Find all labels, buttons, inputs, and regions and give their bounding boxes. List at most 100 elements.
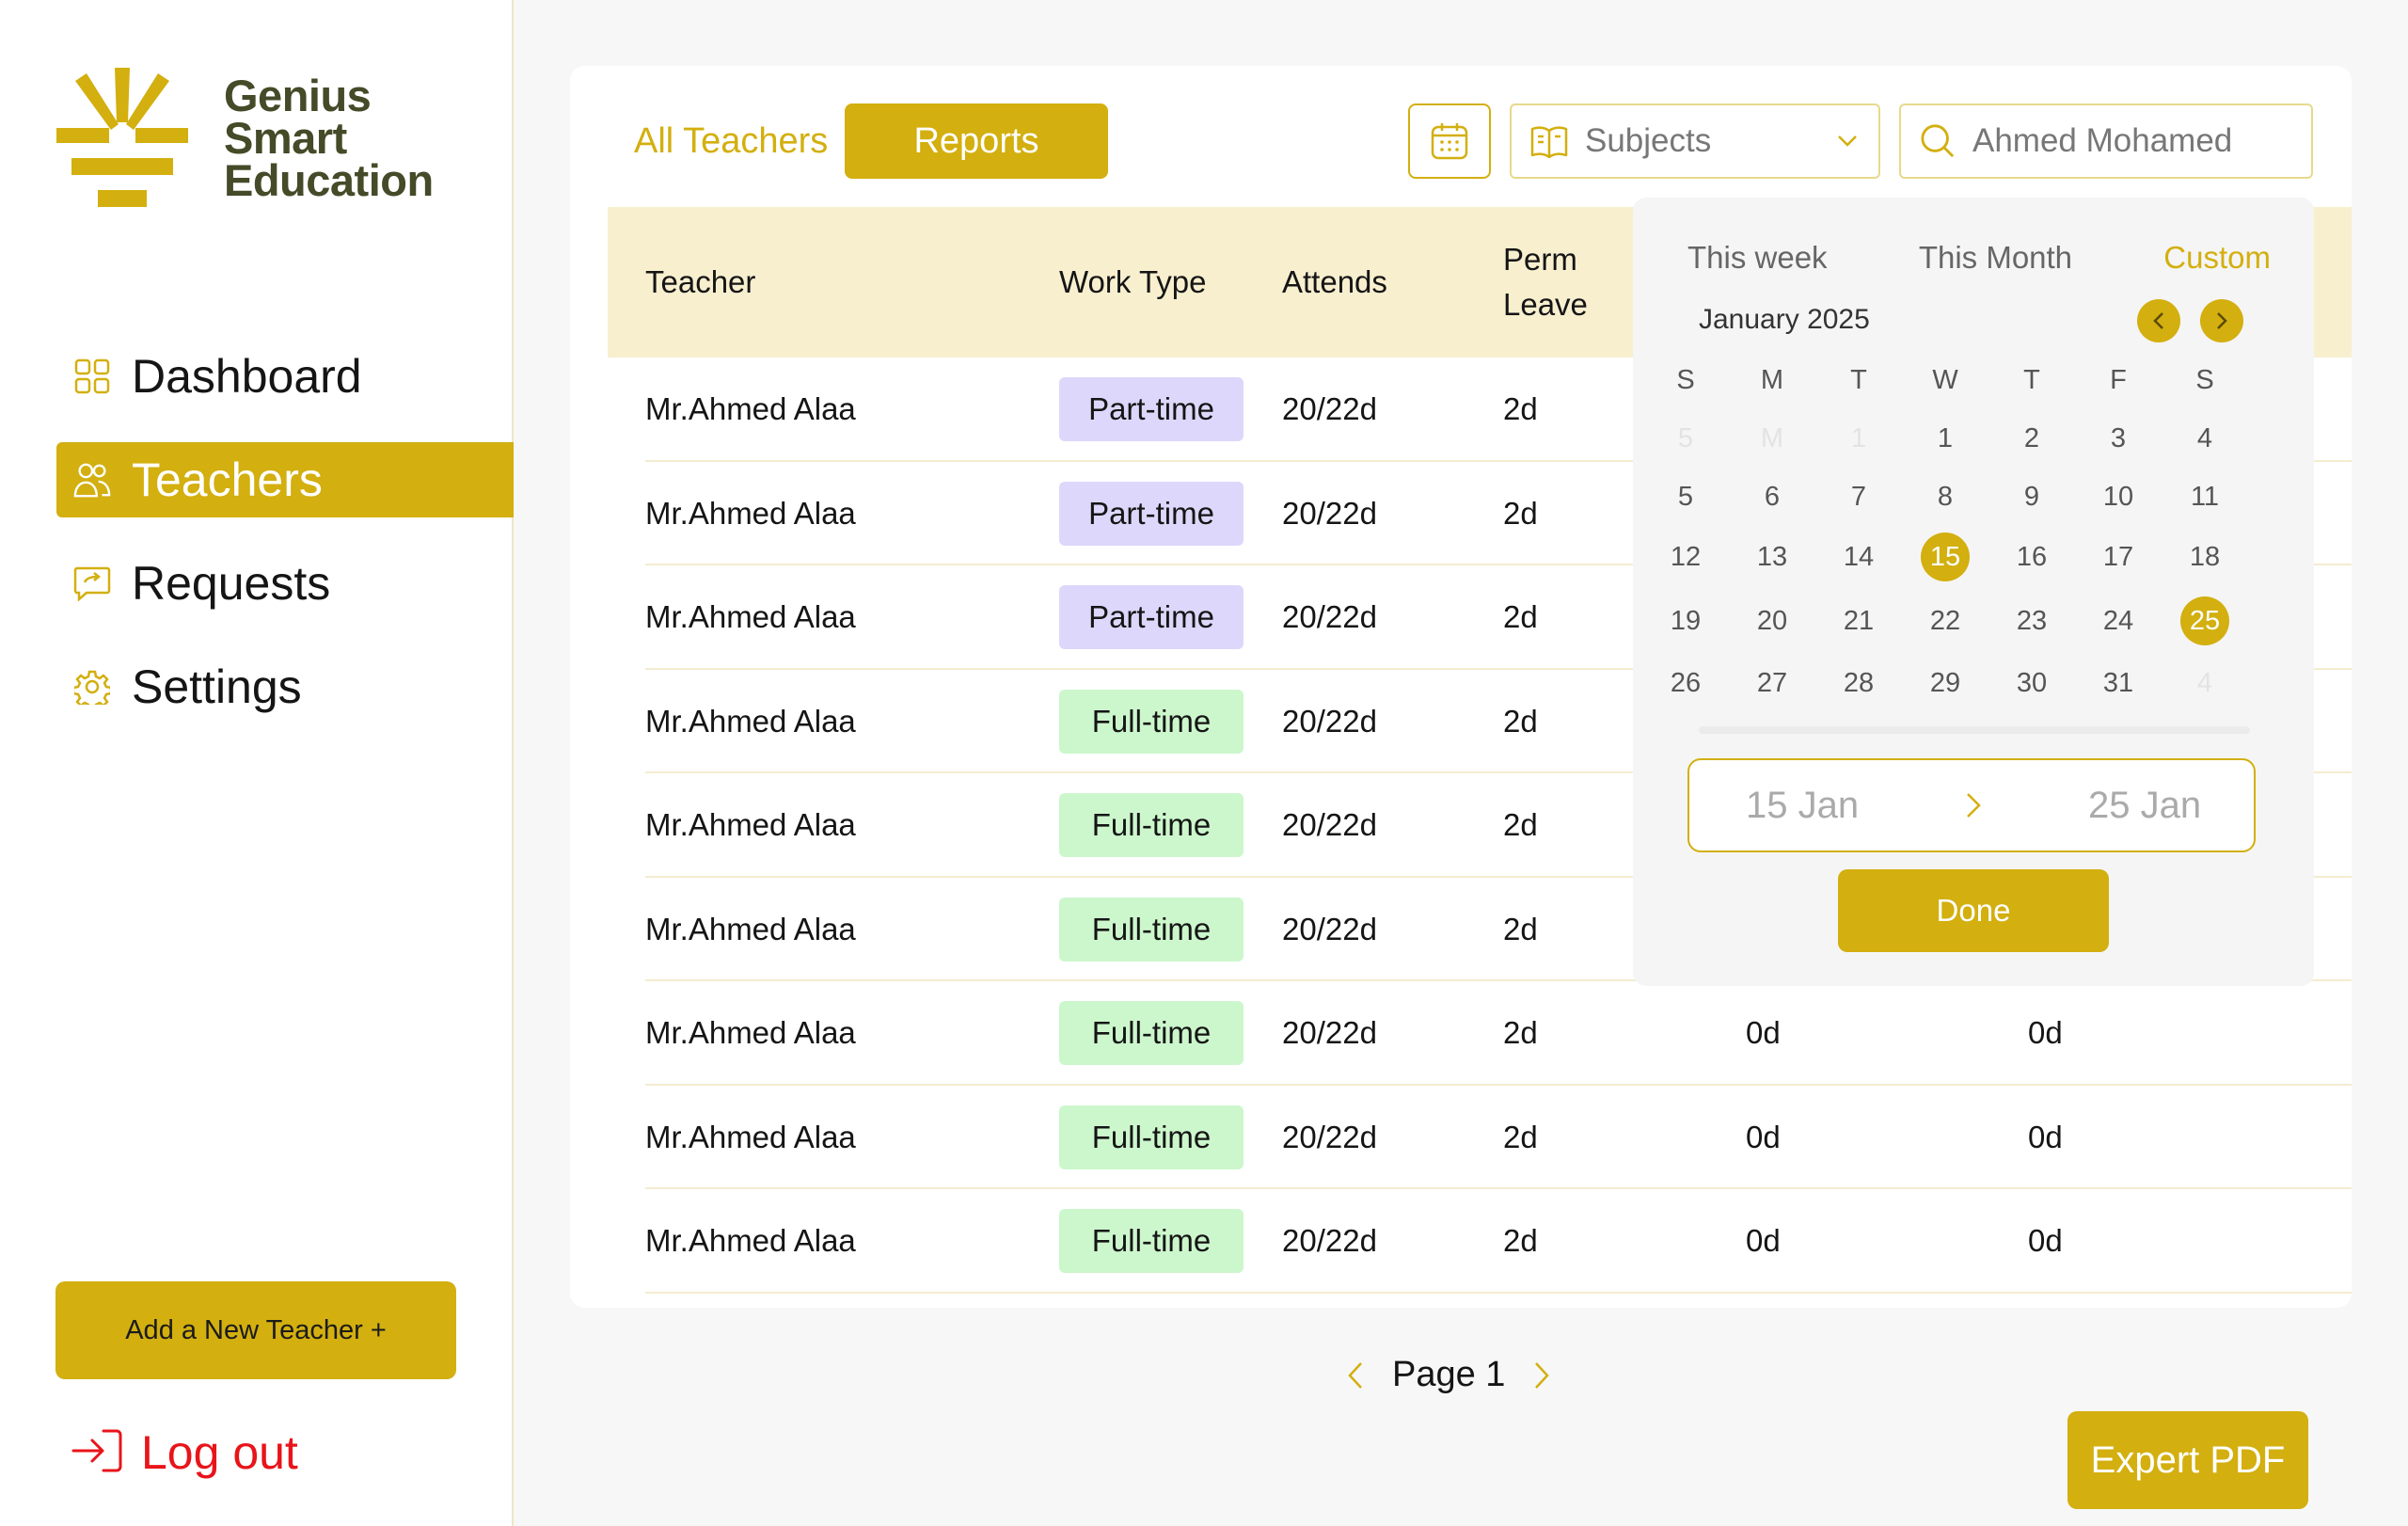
brand-name: Genius Smart Education — [224, 73, 434, 205]
add-teacher-button[interactable]: Add a New Teacher + — [55, 1281, 456, 1379]
subjects-label: Subjects — [1585, 122, 1712, 159]
search-box — [1899, 103, 2313, 179]
calendar-day[interactable]: 7 — [1832, 482, 1885, 513]
work-type-badge: Full-time — [1059, 1209, 1244, 1273]
range-arrow-icon — [1964, 790, 1983, 825]
logout-label: Log out — [141, 1426, 298, 1479]
sidebar-item-requests[interactable]: Requests — [56, 546, 514, 621]
brand-line-3: Education — [224, 154, 434, 205]
work-type-badge: Part-time — [1059, 585, 1244, 649]
gear-icon — [73, 668, 111, 706]
column-5-value: 0d — [1746, 1223, 1781, 1258]
selected-range-display[interactable]: 15 Jan 25 Jan — [1687, 758, 2256, 852]
calendar-day[interactable]: 4 — [2178, 423, 2231, 454]
search-input[interactable] — [1972, 122, 2311, 160]
teacher-name: Mr.Ahmed Alaa — [645, 1119, 856, 1154]
sidebar-item-label: Settings — [132, 660, 302, 713]
attends-value: 20/22d — [1282, 391, 1377, 426]
teachers-icon — [73, 461, 111, 499]
calendar-day[interactable]: 11 — [2178, 482, 2231, 513]
column-5-value: 0d — [1746, 1015, 1781, 1050]
calendar-day-selected[interactable]: 15 — [1921, 533, 1970, 581]
weekday-label: S — [1676, 365, 1695, 395]
calendar-day[interactable]: 12 — [1659, 542, 1712, 573]
calendar-day[interactable]: 20 — [1746, 606, 1798, 637]
calendar-day-selected[interactable]: 25 — [2180, 596, 2229, 645]
calendar-day[interactable]: 13 — [1746, 542, 1798, 573]
column-header-teacher: Teacher — [645, 264, 756, 299]
permission-leave-value: 2d — [1503, 703, 1538, 739]
column-header-attends: Attends — [1282, 264, 1387, 299]
calendar-day[interactable]: 9 — [2005, 482, 2058, 513]
range-custom[interactable]: Custom — [2163, 240, 2271, 276]
chevron-down-icon — [1838, 135, 1857, 147]
logout-button[interactable]: Log out — [71, 1425, 298, 1480]
table-row[interactable]: Mr.Ahmed Alaa Full-time 20/22d 2d 0d 0d — [645, 1189, 2352, 1294]
calendar-day[interactable]: 24 — [2092, 606, 2145, 637]
calendar-day[interactable]: 28 — [1832, 668, 1885, 699]
weekday-label: W — [1932, 365, 1958, 395]
tab-reports[interactable]: Reports — [845, 103, 1108, 179]
calendar-day[interactable]: 5 — [1659, 482, 1712, 513]
work-type-badge: Part-time — [1059, 481, 1244, 546]
calendar-day[interactable]: 18 — [2178, 542, 2231, 573]
logout-icon — [71, 1428, 124, 1478]
teacher-name: Mr.Ahmed Alaa — [645, 391, 856, 426]
previous-month-button[interactable] — [2137, 299, 2180, 342]
calendar-day[interactable]: 21 — [1832, 606, 1885, 637]
permission-leave-value: 2d — [1503, 1223, 1538, 1258]
sidebar-item-label: Dashboard — [132, 350, 362, 403]
sidebar-item-dashboard[interactable]: Dashboard — [56, 339, 514, 414]
calendar-day[interactable]: 8 — [1919, 482, 1972, 513]
table-row[interactable]: Mr.Ahmed Alaa Full-time 20/22d 2d 0d 0d — [645, 981, 2352, 1086]
calendar-day: 4 — [2196, 668, 2213, 698]
work-type-badge: Full-time — [1059, 1001, 1244, 1065]
calendar-day[interactable]: 19 — [1659, 606, 1712, 637]
work-type-badge: Full-time — [1059, 897, 1244, 962]
calendar-day[interactable]: 1 — [1919, 423, 1972, 454]
range-this-week[interactable]: This week — [1687, 240, 1828, 276]
attends-value: 20/22d — [1282, 703, 1377, 739]
next-page-button[interactable] — [1533, 1361, 1550, 1390]
next-month-button[interactable] — [2200, 299, 2243, 342]
sidebar-item-settings[interactable]: Settings — [56, 649, 514, 724]
calendar-day[interactable]: 31 — [2092, 668, 2145, 699]
tab-all-teachers[interactable]: All Teachers — [608, 103, 843, 179]
weekday-label: M — [1760, 365, 1784, 395]
calendar-day[interactable]: 14 — [1832, 542, 1885, 573]
calendar-day: M — [1760, 423, 1784, 453]
calendar-day[interactable]: 23 — [2005, 606, 2058, 637]
calendar-day[interactable]: 30 — [2005, 668, 2058, 699]
range-this-month[interactable]: This Month — [1919, 240, 2072, 276]
calendar-day[interactable]: 10 — [2092, 482, 2145, 513]
column-header-work-type: Work Type — [1059, 264, 1207, 299]
search-icon — [1921, 124, 1955, 158]
range-start-date: 15 Jan — [1746, 784, 1860, 826]
work-type-badge: Full-time — [1059, 689, 1244, 754]
done-button[interactable]: Done — [1838, 869, 2109, 952]
calendar-day[interactable]: 29 — [1919, 668, 1972, 699]
date-filter-button[interactable] — [1408, 103, 1491, 179]
teacher-name: Mr.Ahmed Alaa — [645, 807, 856, 842]
calendar-day[interactable]: 6 — [1746, 482, 1798, 513]
attends-value: 20/22d — [1282, 1223, 1377, 1258]
calendar-day[interactable]: 3 — [2092, 423, 2145, 454]
attends-value: 20/22d — [1282, 911, 1377, 946]
table-row[interactable]: Mr.Ahmed Alaa Full-time 20/22d 2d 0d 0d — [645, 1086, 2352, 1189]
calendar-month-label: January 2025 — [1699, 304, 1870, 335]
export-pdf-button[interactable]: Expert PDF — [2067, 1411, 2308, 1509]
calendar-day[interactable]: 16 — [2005, 542, 2058, 573]
subjects-dropdown[interactable]: Subjects — [1510, 103, 1880, 179]
previous-page-button[interactable] — [1347, 1361, 1364, 1390]
calendar-day[interactable]: 17 — [2092, 542, 2145, 573]
permission-leave-value: 2d — [1503, 495, 1538, 531]
calendar-day[interactable]: 27 — [1746, 668, 1798, 699]
calendar-day[interactable]: 2 — [2005, 423, 2058, 454]
calendar-day[interactable]: 22 — [1919, 606, 1972, 637]
calendar-day[interactable]: 26 — [1659, 668, 1712, 699]
calendar-scrollbar[interactable] — [1699, 726, 2250, 734]
calendar-icon — [1431, 123, 1468, 160]
sidebar-item-teachers[interactable]: Teachers — [56, 442, 514, 517]
page-indicator: Page 1 — [1392, 1355, 1506, 1394]
sunburst-logo-icon — [56, 68, 188, 207]
